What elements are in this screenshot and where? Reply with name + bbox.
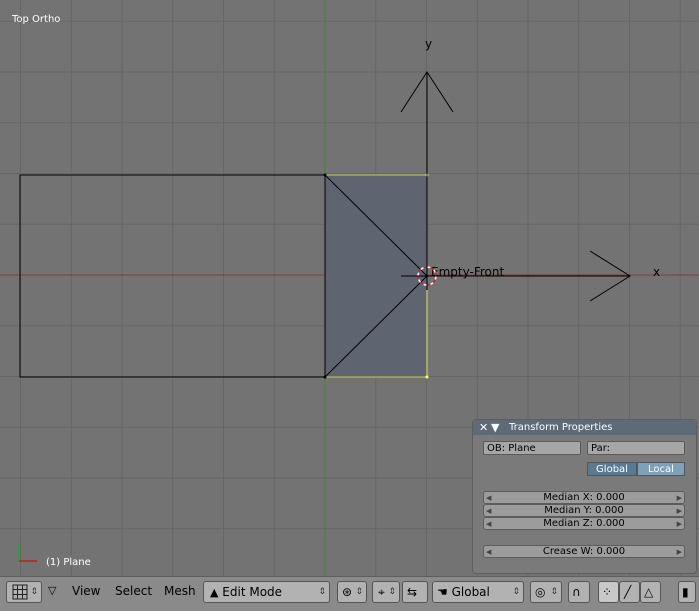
transform-properties-panel[interactable]: ✕ ▼ Transform Properties OB: Plane Par: … xyxy=(472,419,697,574)
parent-field[interactable]: Par: xyxy=(587,441,685,455)
empty-x-label: x xyxy=(653,265,660,279)
empty-object-label: Empty-Front xyxy=(431,265,504,279)
manipulator-toggle[interactable]: ⇆ xyxy=(402,581,428,603)
chevron-updown-icon: ⇕ xyxy=(388,587,396,597)
vertex[interactable] xyxy=(323,375,327,379)
hand-icon: ☚ xyxy=(437,585,448,599)
snap-magnet-icon: ∩ xyxy=(572,585,581,599)
vertex-select-icon: ⁘ xyxy=(602,585,613,599)
median-z-field[interactable]: ◀ Median Z: 0.000 ▶ xyxy=(483,517,685,530)
decrement-arrow-icon[interactable]: ◀ xyxy=(486,492,491,504)
proportional-edit-icon: ◎ xyxy=(535,585,546,599)
viewport-header: ⇕ ▽ View Select Mesh ▲ Edit Mode ⇕ ⊛ ⇕ ⌖… xyxy=(0,576,699,611)
collapse-menu-icon[interactable]: ▽ xyxy=(48,584,56,597)
edge-select-mode-button[interactable]: ╱ xyxy=(619,581,640,603)
chevron-updown-icon: ⇕ xyxy=(550,587,558,597)
face-select-mode-button[interactable]: △ xyxy=(640,581,661,603)
mode-select[interactable]: ▲ Edit Mode ⇕ xyxy=(203,581,330,603)
manipulator-icon: ⇆ xyxy=(407,585,418,599)
menu-select[interactable]: Select xyxy=(115,584,152,598)
decrement-arrow-icon[interactable]: ◀ xyxy=(486,546,491,558)
panel-header[interactable]: ✕ ▼ Transform Properties xyxy=(473,420,696,435)
mode-select-label: Edit Mode xyxy=(222,585,283,599)
vertex-select-mode-button[interactable]: ⁘ xyxy=(598,581,619,603)
active-object-label: (1) Plane xyxy=(46,557,91,568)
increment-arrow-icon[interactable]: ▶ xyxy=(677,492,682,504)
proportional-edit-select[interactable]: ◎ ⇕ xyxy=(530,581,562,603)
collapse-icon[interactable]: ▼ xyxy=(491,420,499,435)
pivot-cursor-icon: ⌖ xyxy=(378,585,385,599)
orientation-select[interactable]: ☚ Global ⇕ xyxy=(432,581,524,603)
median-x-value: Median X: 0.000 xyxy=(543,492,625,503)
pivot-select[interactable]: ⌖ ⇕ xyxy=(372,581,400,603)
view-title: Top Ortho xyxy=(12,14,61,25)
empty-y-label: y xyxy=(425,37,432,51)
draw-type-icon: ⊛ xyxy=(342,585,353,599)
occlude-icon: ▮ xyxy=(682,585,689,599)
vertex-selected[interactable] xyxy=(425,375,429,379)
crease-w-field[interactable]: ◀ Crease W: 0.000 ▶ xyxy=(483,545,685,558)
chevron-updown-icon: ⇕ xyxy=(30,587,38,597)
menu-mesh[interactable]: Mesh xyxy=(164,584,196,598)
draw-type-select[interactable]: ⊛ ⇕ xyxy=(337,581,367,603)
global-toggle[interactable]: Global xyxy=(587,462,637,476)
chevron-updown-icon: ⇕ xyxy=(318,587,326,597)
vertex[interactable] xyxy=(323,173,327,177)
increment-arrow-icon[interactable]: ▶ xyxy=(677,518,682,530)
median-z-value: Median Z: 0.000 xyxy=(543,518,625,529)
edge-select-icon: ╱ xyxy=(624,585,632,599)
median-x-field[interactable]: ◀ Median X: 0.000 ▶ xyxy=(483,491,685,504)
menu-view[interactable]: View xyxy=(72,584,100,598)
editor-type-button[interactable]: ⇕ xyxy=(6,581,42,603)
close-icon[interactable]: ✕ xyxy=(479,420,488,435)
increment-arrow-icon[interactable]: ▶ xyxy=(677,546,682,558)
face-select-icon: △ xyxy=(644,585,654,599)
decrement-arrow-icon[interactable]: ◀ xyxy=(486,505,491,517)
grid-editor-icon xyxy=(12,584,28,600)
axes-gizmo-icon xyxy=(18,543,37,562)
median-y-field[interactable]: ◀ Median Y: 0.000 ▶ xyxy=(483,504,685,517)
chevron-updown-icon: ⇕ xyxy=(512,587,520,597)
increment-arrow-icon[interactable]: ▶ xyxy=(677,505,682,517)
snap-toggle[interactable]: ∩ xyxy=(568,581,590,603)
median-y-value: Median Y: 0.000 xyxy=(544,505,624,516)
edit-mode-icon: ▲ xyxy=(210,586,219,599)
panel-title: Transform Properties xyxy=(509,422,613,433)
decrement-arrow-icon[interactable]: ◀ xyxy=(486,518,491,530)
chevron-updown-icon: ⇕ xyxy=(355,587,363,597)
3d-viewport[interactable]: y x Empty-Front Top Ortho (1) Plane ✕ ▼ … xyxy=(0,0,699,576)
occlude-geometry-toggle[interactable]: ▮ xyxy=(678,581,696,603)
crease-w-value: Crease W: 0.000 xyxy=(542,546,626,557)
local-toggle[interactable]: Local xyxy=(637,462,685,476)
object-name-field[interactable]: OB: Plane xyxy=(483,441,581,455)
orientation-select-label: Global xyxy=(451,585,490,599)
